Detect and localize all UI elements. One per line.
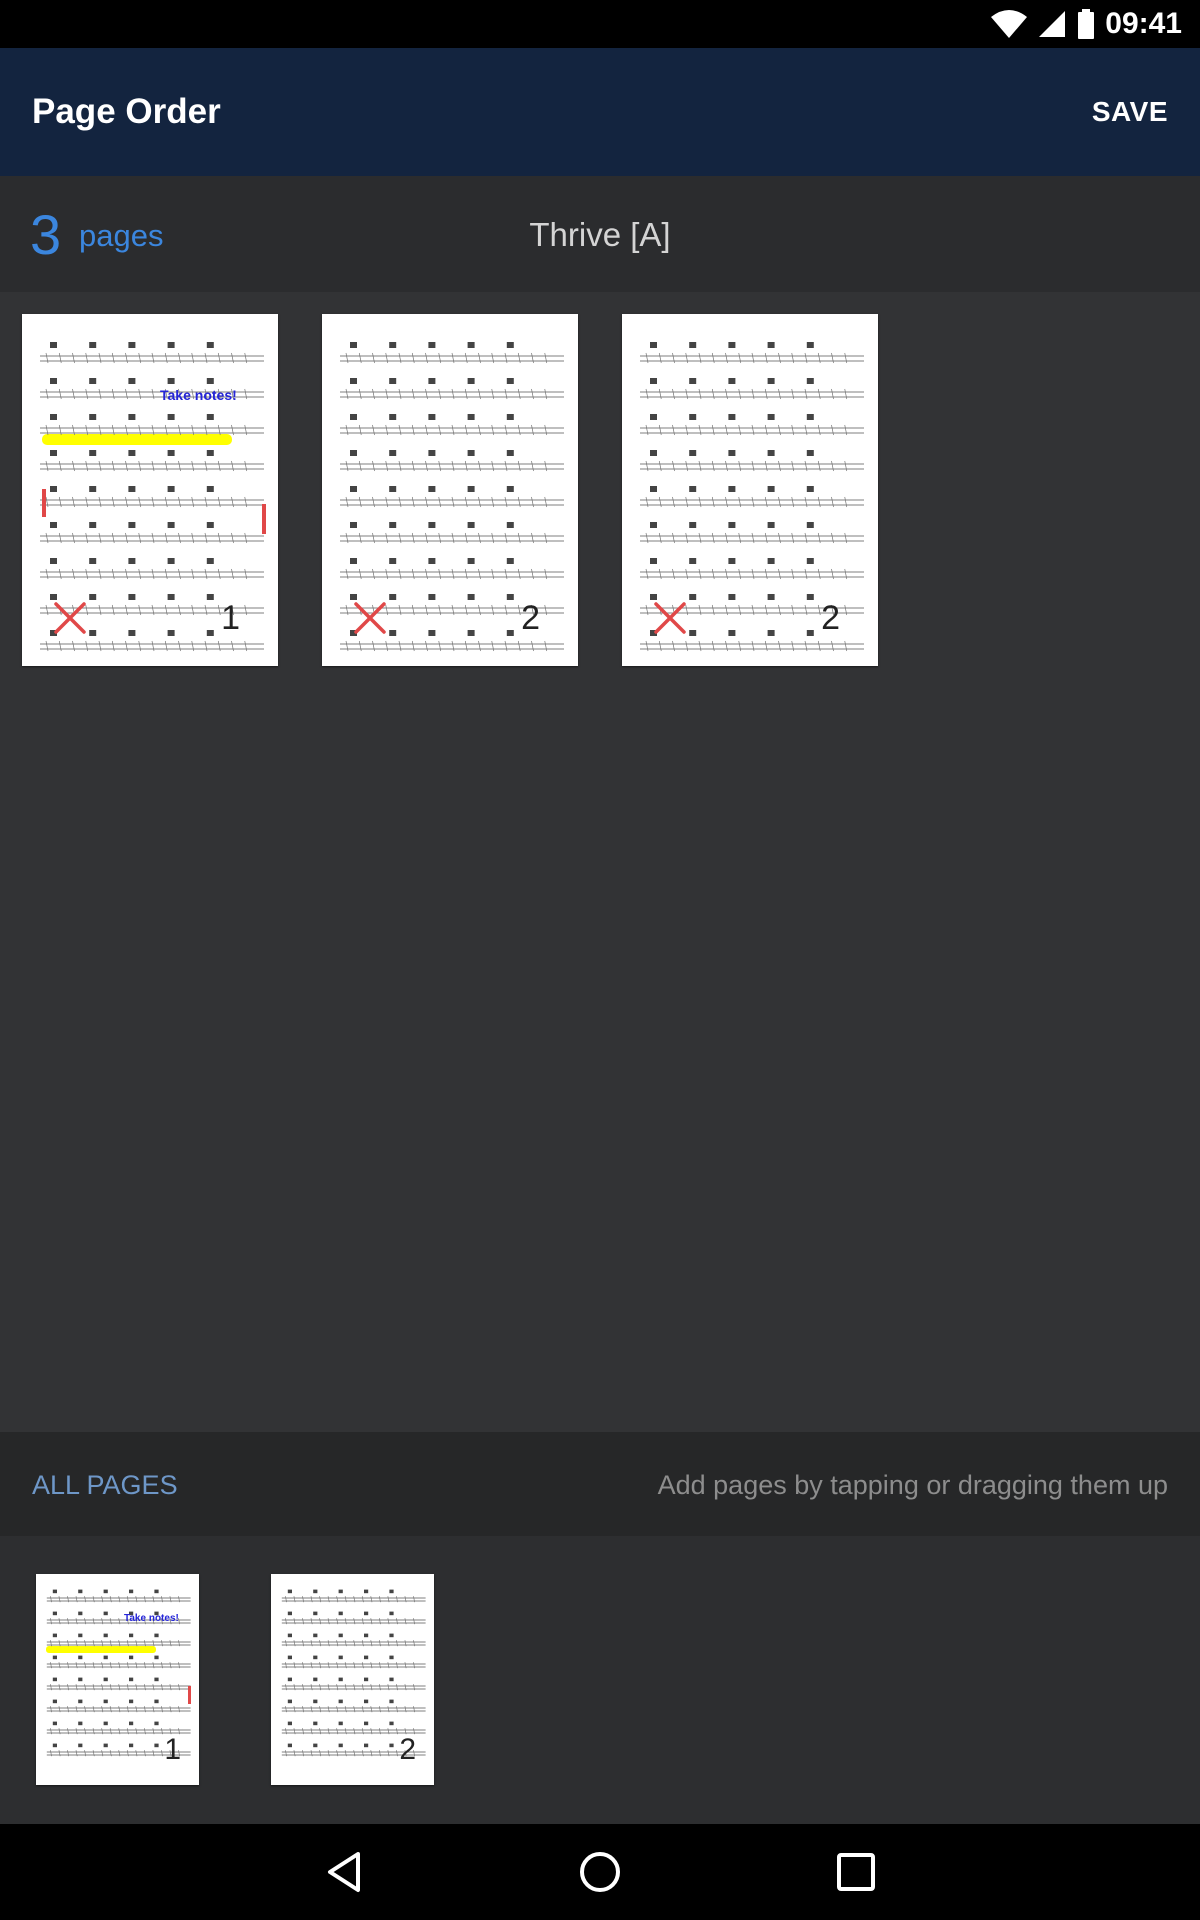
- annotation-mark: [262, 504, 266, 534]
- page-number: 2: [399, 1733, 416, 1766]
- highlight-mark: [46, 1646, 156, 1653]
- annotation-mark: [42, 489, 46, 517]
- highlight-mark: [42, 434, 232, 445]
- remove-page-icon[interactable]: [652, 600, 688, 636]
- clock: 09:41: [1105, 7, 1182, 40]
- status-bar: 09:41: [0, 0, 1200, 48]
- annotation-text: Take notes!: [124, 1613, 179, 1624]
- song-title: Thrive [A]: [529, 216, 671, 253]
- recents-icon[interactable]: [830, 1846, 882, 1898]
- info-bar: 3 pages Thrive [A]: [0, 176, 1200, 292]
- page-number: 1: [164, 1733, 181, 1766]
- battery-icon: [1078, 9, 1095, 39]
- all-pages-bar: ALL PAGES Add pages by tapping or draggi…: [0, 1432, 1200, 1536]
- page-number: 2: [821, 599, 840, 637]
- all-pages-list: Take notes! 1 2: [0, 1536, 1200, 1824]
- signal-icon: [1039, 11, 1066, 37]
- wifi-icon: [991, 10, 1028, 38]
- library-page-thumb[interactable]: 2: [271, 1574, 434, 1785]
- library-page-thumb[interactable]: Take notes! 1: [36, 1574, 199, 1785]
- home-icon[interactable]: [574, 1846, 626, 1898]
- page-title: Page Order: [32, 92, 221, 131]
- page-order-area: Take notes! 1 2 2: [0, 292, 1200, 1432]
- order-page-thumb[interactable]: Take notes! 1: [22, 314, 278, 666]
- save-button[interactable]: SAVE: [1092, 96, 1168, 128]
- page-number: 2: [521, 599, 540, 637]
- all-pages-tab[interactable]: ALL PAGES: [32, 1470, 178, 1501]
- page-number: 1: [221, 599, 240, 637]
- navigation-bar: [0, 1824, 1200, 1920]
- order-page-thumb[interactable]: 2: [322, 314, 578, 666]
- back-icon[interactable]: [318, 1846, 370, 1898]
- staff-lines: [281, 1589, 426, 1757]
- annotation-mark: [188, 1686, 191, 1704]
- order-page-thumb[interactable]: 2: [622, 314, 878, 666]
- remove-page-icon[interactable]: [352, 600, 388, 636]
- add-pages-hint: Add pages by tapping or dragging them up: [657, 1470, 1168, 1500]
- annotation-text: Take notes!: [160, 387, 237, 403]
- remove-page-icon[interactable]: [52, 600, 88, 636]
- app-bar: Page Order SAVE: [0, 48, 1200, 176]
